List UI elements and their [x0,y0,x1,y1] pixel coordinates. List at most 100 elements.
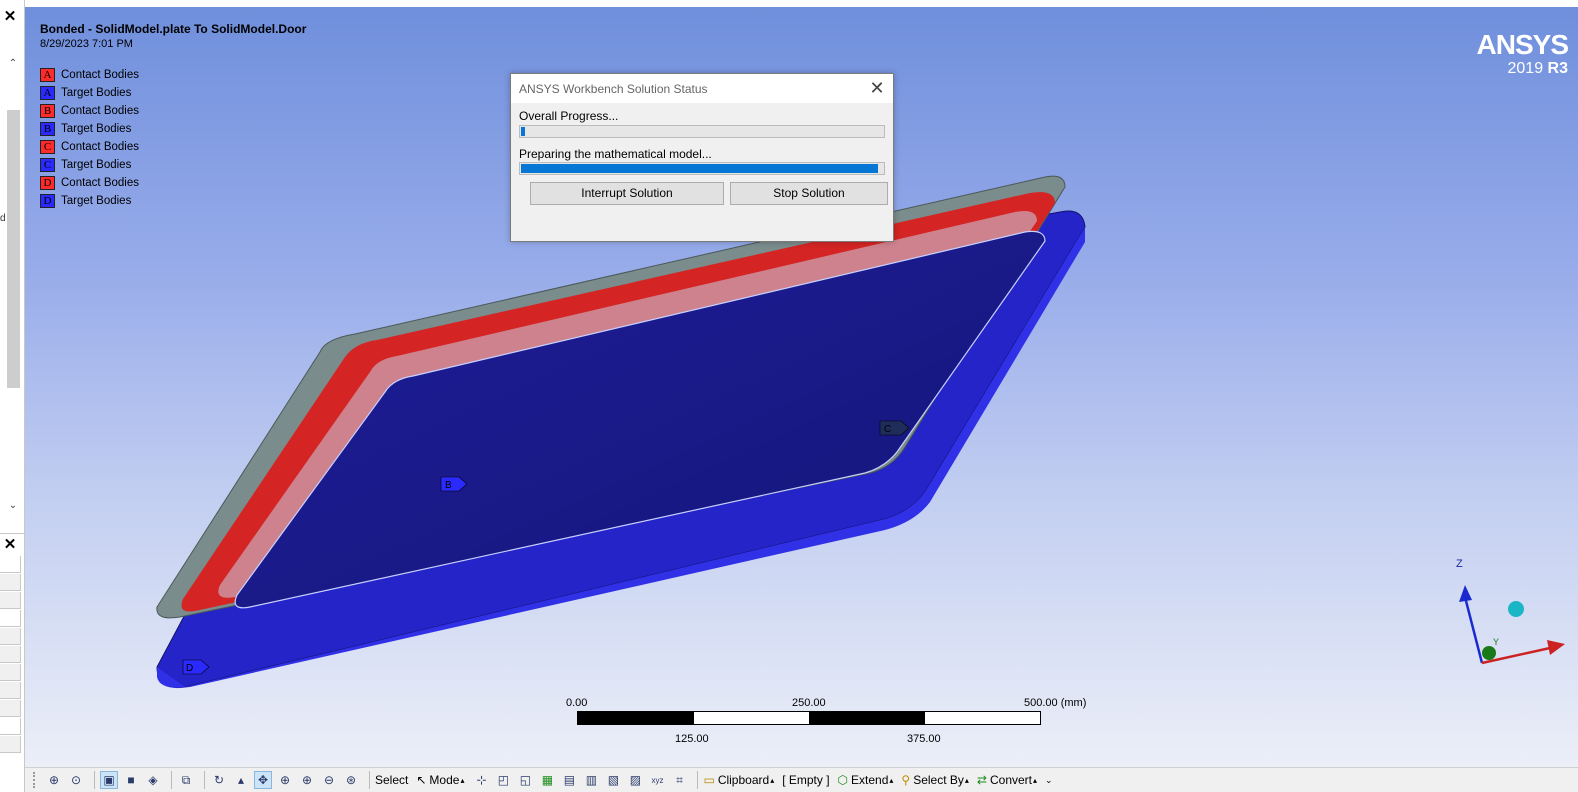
shaded-view-icon[interactable]: ■ [122,771,140,789]
divider [171,771,172,789]
extend-button[interactable]: ⬡ Extend ▴ [838,773,894,787]
panel-edge-text: d [0,213,6,224]
divider [0,533,25,534]
grid-cell[interactable] [0,610,21,627]
caret-icon: ▴ [460,775,465,785]
mode-button[interactable]: ↖ Mode ▴ [416,773,464,787]
close-icon[interactable]: ✕ [2,9,18,25]
pan-icon[interactable]: ✥ [254,771,272,789]
close-icon[interactable]: ✕ [2,537,18,553]
grid-cell[interactable] [0,700,21,717]
axis-triad[interactable] [1459,585,1565,665]
close-icon[interactable]: ✕ [867,78,887,98]
solution-status-dialog: ANSYS Workbench Solution Status ✕ Overal… [510,73,894,242]
divider [204,771,205,789]
convert-icon: ⇄ [976,773,987,787]
caret-icon: ▴ [889,775,894,785]
select-by-label: Select By [913,773,964,787]
select-node-icon[interactable]: ▤ [560,771,578,789]
toolbar-grip[interactable] [33,772,37,788]
grid-cell[interactable] [0,736,21,753]
scroll-down-icon[interactable]: ⌄ [6,499,20,513]
scale-label: 125.00 [675,733,709,745]
grid-cell[interactable] [0,592,21,609]
progress-fill [521,127,525,136]
zoom-in-icon[interactable]: ⊕ [298,771,316,789]
scale-label: 250.00 [792,697,826,709]
fit-icon[interactable]: ⊛ [342,771,360,789]
clipboard-icon: ▭ [703,773,715,787]
app-window: ✕ ⌃ d ⌄ ✕ Bonded - SolidModel.plate To S… [0,0,1578,792]
convert-label: Convert [989,773,1033,787]
wireframe-view-icon[interactable]: ◈ [144,771,162,789]
select-face-icon[interactable]: ◱ [516,771,534,789]
scale-segment [924,712,1040,724]
scale-label: 375.00 [907,733,941,745]
section-icon[interactable]: ⧉ [177,771,195,789]
top-border [0,0,1578,7]
scale-label: 500.00 (mm) [1024,697,1087,709]
divider [94,771,95,789]
clipboard-button[interactable]: ▭ Clipboard ▴ [703,773,774,787]
dialog-titlebar[interactable]: ANSYS Workbench Solution Status ✕ [511,74,893,103]
label-icon[interactable]: ⌗ [670,771,688,789]
toolbar-overflow-icon[interactable]: ⌄ [1045,775,1053,786]
mode-label: Mode [429,773,460,787]
convert-button[interactable]: ⇄ Convert ▴ [977,773,1037,787]
interrupt-solution-button[interactable]: Interrupt Solution [530,182,724,205]
zoom-out-icon[interactable]: ⊖ [320,771,338,789]
grid-cell[interactable] [0,664,21,681]
grid-cell[interactable] [0,682,21,699]
pin-icon: ⚲ [901,773,911,787]
progress-fill [521,164,878,173]
grid-cell[interactable] [0,574,21,591]
dialog-title: ANSYS Workbench Solution Status [519,82,708,96]
scrollbar-thumb[interactable] [7,110,20,388]
select-element-face-icon[interactable]: ▥ [582,771,600,789]
step-progress-label: Preparing the mathematical model... [519,147,712,161]
left-panel-strip: ✕ ⌃ d ⌄ ✕ [0,0,25,792]
select-element-icon[interactable]: ▧ [604,771,622,789]
select-edge-icon[interactable]: ◰ [494,771,512,789]
scale-segment [578,712,694,724]
solid-view-icon[interactable]: ▣ [100,771,118,789]
grid-cell[interactable] [0,628,21,645]
scale-segment [809,712,925,724]
svg-text:B: B [445,480,452,491]
grid-cell[interactable] [0,556,21,573]
rotate-icon[interactable]: ↻ [210,771,228,789]
triad-y-label: Y [1493,637,1500,647]
caret-icon: ▴ [770,775,775,785]
svg-text:D: D [186,663,193,674]
grid-cell[interactable] [0,646,21,663]
extend-icon: ⬡ [837,773,849,787]
scale-segment [693,712,809,724]
scale-bar [577,711,1041,725]
zoom-box-icon[interactable]: ⊙ [67,771,85,789]
extend-label: Extend [851,773,889,787]
select-label[interactable]: Select [375,773,408,787]
svg-text:C: C [884,424,891,435]
caret-icon: ▴ [1033,775,1038,785]
scroll-up-icon[interactable]: ⌃ [6,57,20,71]
zoom-icon[interactable]: ⊕ [276,771,294,789]
cursor-icon: ↖ [416,773,427,787]
overall-progress-label: Overall Progress... [519,109,619,123]
stop-solution-button[interactable]: Stop Solution [730,182,888,205]
select-vertex-icon[interactable]: ⊹ [472,771,490,789]
select-element-body-icon[interactable]: ▨ [626,771,644,789]
zoom-to-fit-icon[interactable]: ⊕ [45,771,63,789]
grid-cell[interactable] [0,718,21,735]
overall-progress-bar [519,125,885,138]
triad-z-label: Z [1456,558,1463,570]
divider [369,771,370,789]
bottom-toolbar: ⊕ ⊙ ▣ ■ ◈ ⧉ ↻ ▴ ✥ ⊕ ⊕ ⊖ ⊛ Select ↖ Mode ▴ … [25,767,1578,792]
rotate-dropdown-icon[interactable]: ▴ [232,771,250,789]
clipboard-label: Clipboard [717,773,770,787]
clipboard-status: [ Empty ] [782,773,830,787]
select-by-button[interactable]: ⚲ Select By ▴ [901,773,969,787]
caret-icon: ▴ [964,775,969,785]
select-body-icon[interactable]: ▦ [538,771,556,789]
divider [697,771,699,789]
coordinate-icon[interactable]: xyz [648,771,666,789]
